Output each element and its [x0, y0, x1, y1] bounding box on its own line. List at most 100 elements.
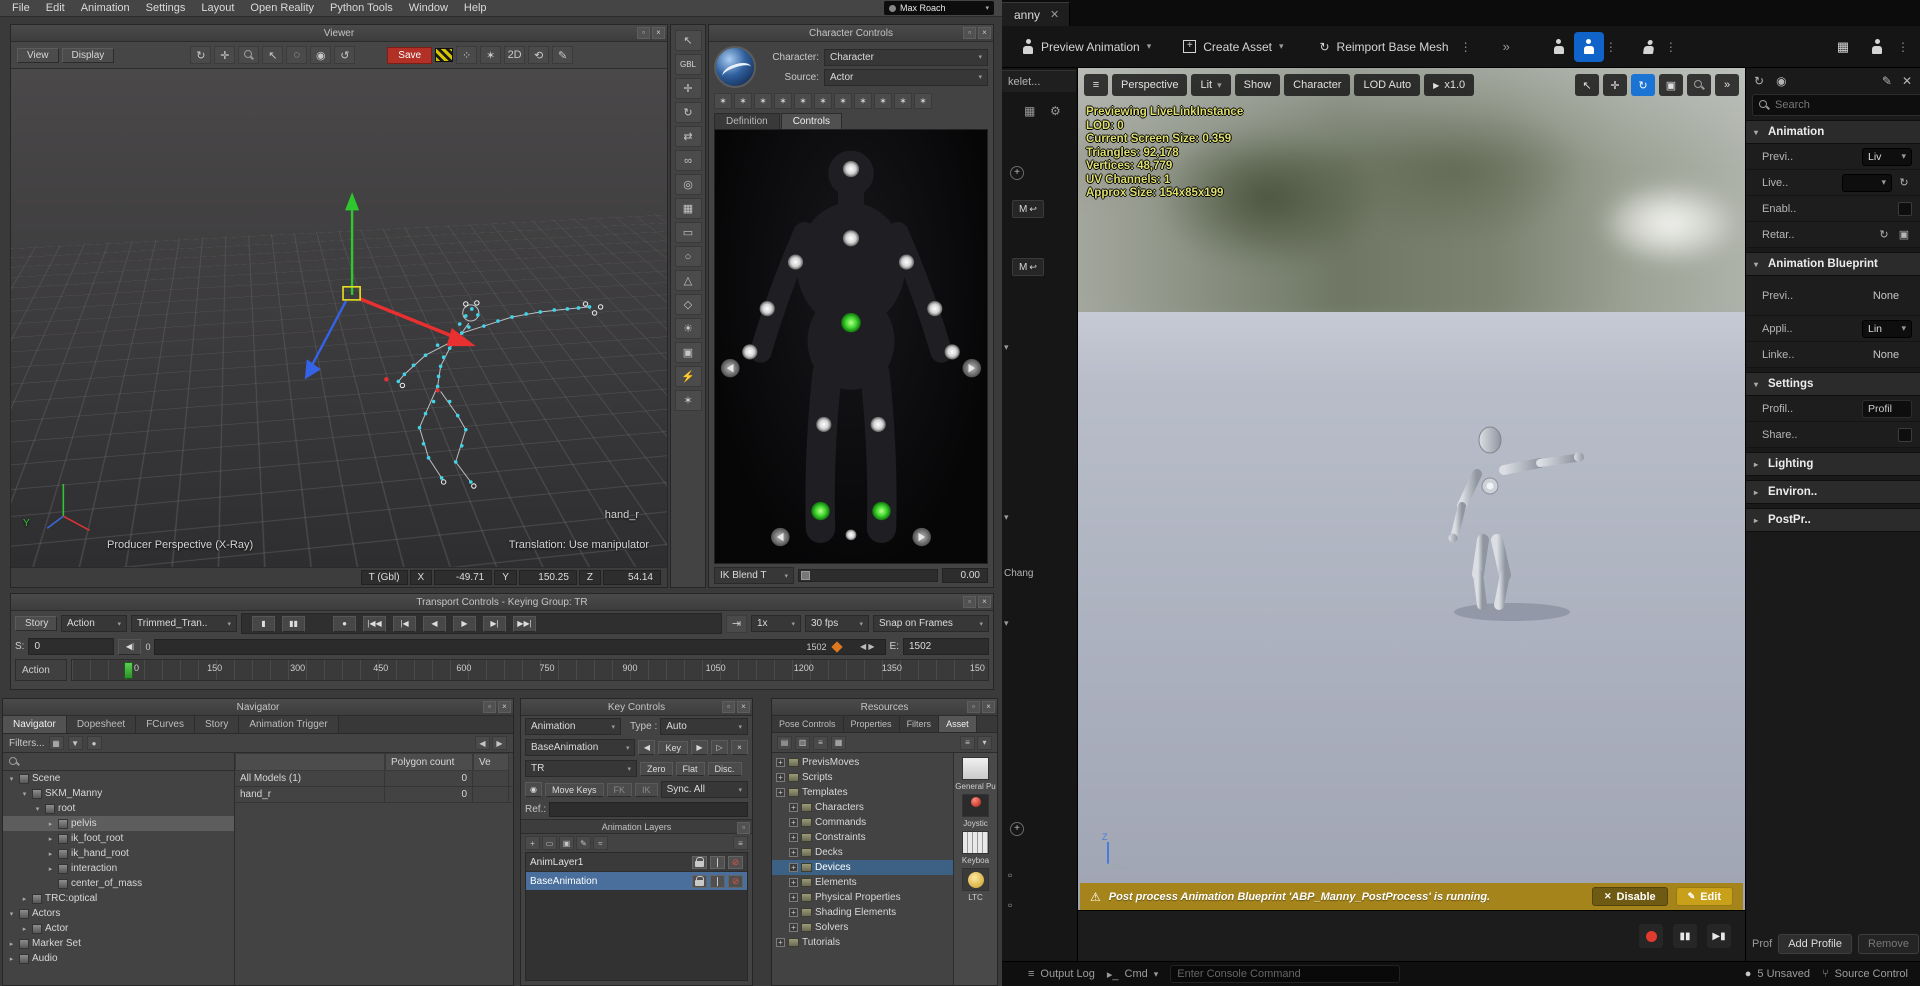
unsaved-button[interactable]: ● 5 Unsaved	[1745, 968, 1810, 980]
layer-lock-icon[interactable]	[692, 856, 707, 869]
show-dropdown[interactable]: Show	[1235, 74, 1281, 96]
ik-button[interactable]: IK	[635, 783, 658, 797]
mirror-badge[interactable]: M↩	[1012, 200, 1044, 218]
overflow-chevron-icon[interactable]: »	[1715, 74, 1739, 96]
close-icon[interactable]: ×	[652, 27, 665, 39]
ik-blend-value[interactable]: 0.00	[942, 568, 988, 583]
story-button[interactable]: Story	[15, 616, 57, 631]
create-asset-button[interactable]: + Create Asset▾	[1173, 32, 1293, 62]
linked-value[interactable]: None	[1860, 349, 1912, 361]
type-dropdown[interactable]: Auto▾	[660, 718, 748, 735]
asset-item[interactable]: Keyboa	[962, 831, 989, 865]
expander-icon[interactable]: ▸	[20, 895, 29, 903]
expander-icon[interactable]: ▸	[20, 925, 29, 933]
forward-icon[interactable]: ▶	[492, 736, 507, 750]
play-keys-icon[interactable]: ▷	[711, 740, 728, 755]
speed-dropdown[interactable]: 1x▾	[751, 615, 801, 632]
chevron-down-icon[interactable]: ▾	[1004, 342, 1009, 353]
move-keys-button[interactable]: Move Keys	[545, 783, 604, 797]
fps-dropdown[interactable]: 30 fps▾	[805, 615, 869, 632]
scene-tree-item[interactable]: ▸ ik_foot_root	[3, 831, 234, 846]
navigator-tab[interactable]: Story	[195, 716, 239, 733]
pose-icon[interactable]: ✶	[814, 93, 832, 109]
layer-mute-icon[interactable]: ⊘	[728, 856, 743, 869]
expander-icon[interactable]: ▸	[7, 955, 16, 963]
table-row[interactable]: hand_r 0	[235, 787, 513, 803]
expander-icon[interactable]: ▸	[46, 820, 55, 828]
cycle-icon[interactable]: ↻	[1754, 74, 1764, 88]
expander-icon[interactable]: +	[776, 788, 785, 797]
pin-icon[interactable]: ◉	[1776, 74, 1786, 88]
menu-item[interactable]: Edit	[38, 1, 73, 15]
add-icon[interactable]: +	[1010, 822, 1024, 836]
lod-dropdown[interactable]: LOD Auto	[1354, 74, 1420, 96]
overflow-chevron-icon[interactable]: »	[1503, 39, 1510, 54]
pose-icon[interactable]: ✶	[774, 93, 792, 109]
expander-icon[interactable]: ▸	[7, 940, 16, 948]
filter-funnel-icon[interactable]: ▼	[68, 736, 83, 750]
asset-folder-item[interactable]: + Tutorials	[772, 935, 953, 950]
delete-key-icon[interactable]: ×	[731, 740, 748, 755]
expander-icon[interactable]: +	[789, 923, 798, 932]
skeleton-tab-fragment[interactable]: kelet...	[1002, 70, 1076, 92]
scene-tree-item[interactable]: ▸ ik_hand_root	[3, 846, 234, 861]
animation-layer-row[interactable]: BaseAnimation ❘ ⊘	[526, 872, 747, 891]
action-dropdown[interactable]: Action▾	[61, 615, 127, 632]
character-controls-tab[interactable]: Controls	[781, 113, 842, 129]
asset-folder-item[interactable]: + Shading Elements	[772, 905, 953, 920]
retarget-cycle-icon[interactable]: ↻	[1876, 227, 1892, 243]
user-selector[interactable]: Max Roach ▾	[884, 1, 994, 15]
profile-field[interactable]: Profil	[1862, 400, 1912, 418]
transport-title-bar[interactable]: Transport Controls - Keying Group: TR ▫ …	[11, 594, 993, 611]
asset-folder-item[interactable]: + Solvers	[772, 920, 953, 935]
magnet-tool-icon[interactable]: ◉	[310, 46, 331, 64]
pose-icon[interactable]: ✶	[894, 93, 912, 109]
target-tool-icon[interactable]: ◎	[675, 174, 702, 195]
expander-icon[interactable]: ▾	[7, 910, 16, 918]
loop-mode-icon[interactable]: ⇥	[726, 615, 747, 633]
cone-asset-icon[interactable]: △	[675, 270, 702, 291]
layers-menu-icon[interactable]: ▫	[737, 822, 750, 834]
add-layer-icon[interactable]: +	[525, 836, 540, 850]
fk-button[interactable]: FK	[607, 783, 633, 797]
axis-value[interactable]: -49.71	[434, 570, 492, 585]
back-icon[interactable]: ◀	[475, 736, 490, 750]
character-figure[interactable]	[714, 129, 988, 564]
close-icon[interactable]: ×	[737, 701, 750, 713]
cube-asset-icon[interactable]: ▦	[675, 198, 702, 219]
menu-item[interactable]: Open Reality	[242, 1, 322, 15]
navigator-tab[interactable]: Navigator	[3, 716, 67, 733]
menu-item[interactable]: File	[4, 1, 38, 15]
details-search[interactable]	[1752, 94, 1920, 116]
pause-button[interactable]: ▮▮	[282, 616, 305, 632]
start-frame-field[interactable]: 0	[28, 638, 114, 655]
close-icon[interactable]: ✕	[1050, 8, 1059, 21]
expander-icon[interactable]: +	[789, 908, 798, 917]
asset-folder-item[interactable]: + Decks	[772, 845, 953, 860]
mesh-editor-icon[interactable]	[1574, 32, 1604, 62]
character-controls-tab[interactable]: Definition	[714, 113, 780, 129]
expander-icon[interactable]: +	[789, 848, 798, 857]
tr-dropdown[interactable]: TR▾	[525, 760, 637, 777]
goto-start-button[interactable]: |◀◀	[363, 616, 386, 632]
step-forward-button[interactable]: ▶▮	[1707, 924, 1731, 948]
dock-icon[interactable]: ▫	[963, 596, 976, 608]
menu-item[interactable]: Window	[401, 1, 456, 15]
applied-dropdown[interactable]: Lin▾	[1862, 320, 1912, 338]
lasso-tool-icon[interactable]: ◌	[286, 46, 307, 64]
move-tool-icon[interactable]: ✛	[1603, 74, 1627, 96]
share-checkbox[interactable]	[1898, 428, 1912, 442]
asset-item[interactable]: LTC	[962, 868, 989, 902]
slider-marker[interactable]	[831, 641, 842, 652]
playback-speed-dropdown[interactable]: ▶x1.0	[1424, 74, 1474, 96]
animation-runner-icon[interactable]	[1632, 32, 1666, 62]
cmd-dropdown[interactable]: ▸_ Cmd ▾	[1107, 968, 1158, 981]
save-button[interactable]: Save	[387, 47, 432, 64]
pan-tool-icon[interactable]: ✛	[214, 46, 235, 64]
asset-folder-item[interactable]: + Physical Properties	[772, 890, 953, 905]
character-dropdown[interactable]: Character	[1284, 74, 1350, 96]
zoom-tool-icon[interactable]	[238, 46, 259, 64]
asset-folder-item[interactable]: + Elements	[772, 875, 953, 890]
preview-animation-button[interactable]: Preview Animation▾	[1012, 32, 1161, 62]
menu-item[interactable]: Help	[456, 1, 495, 15]
